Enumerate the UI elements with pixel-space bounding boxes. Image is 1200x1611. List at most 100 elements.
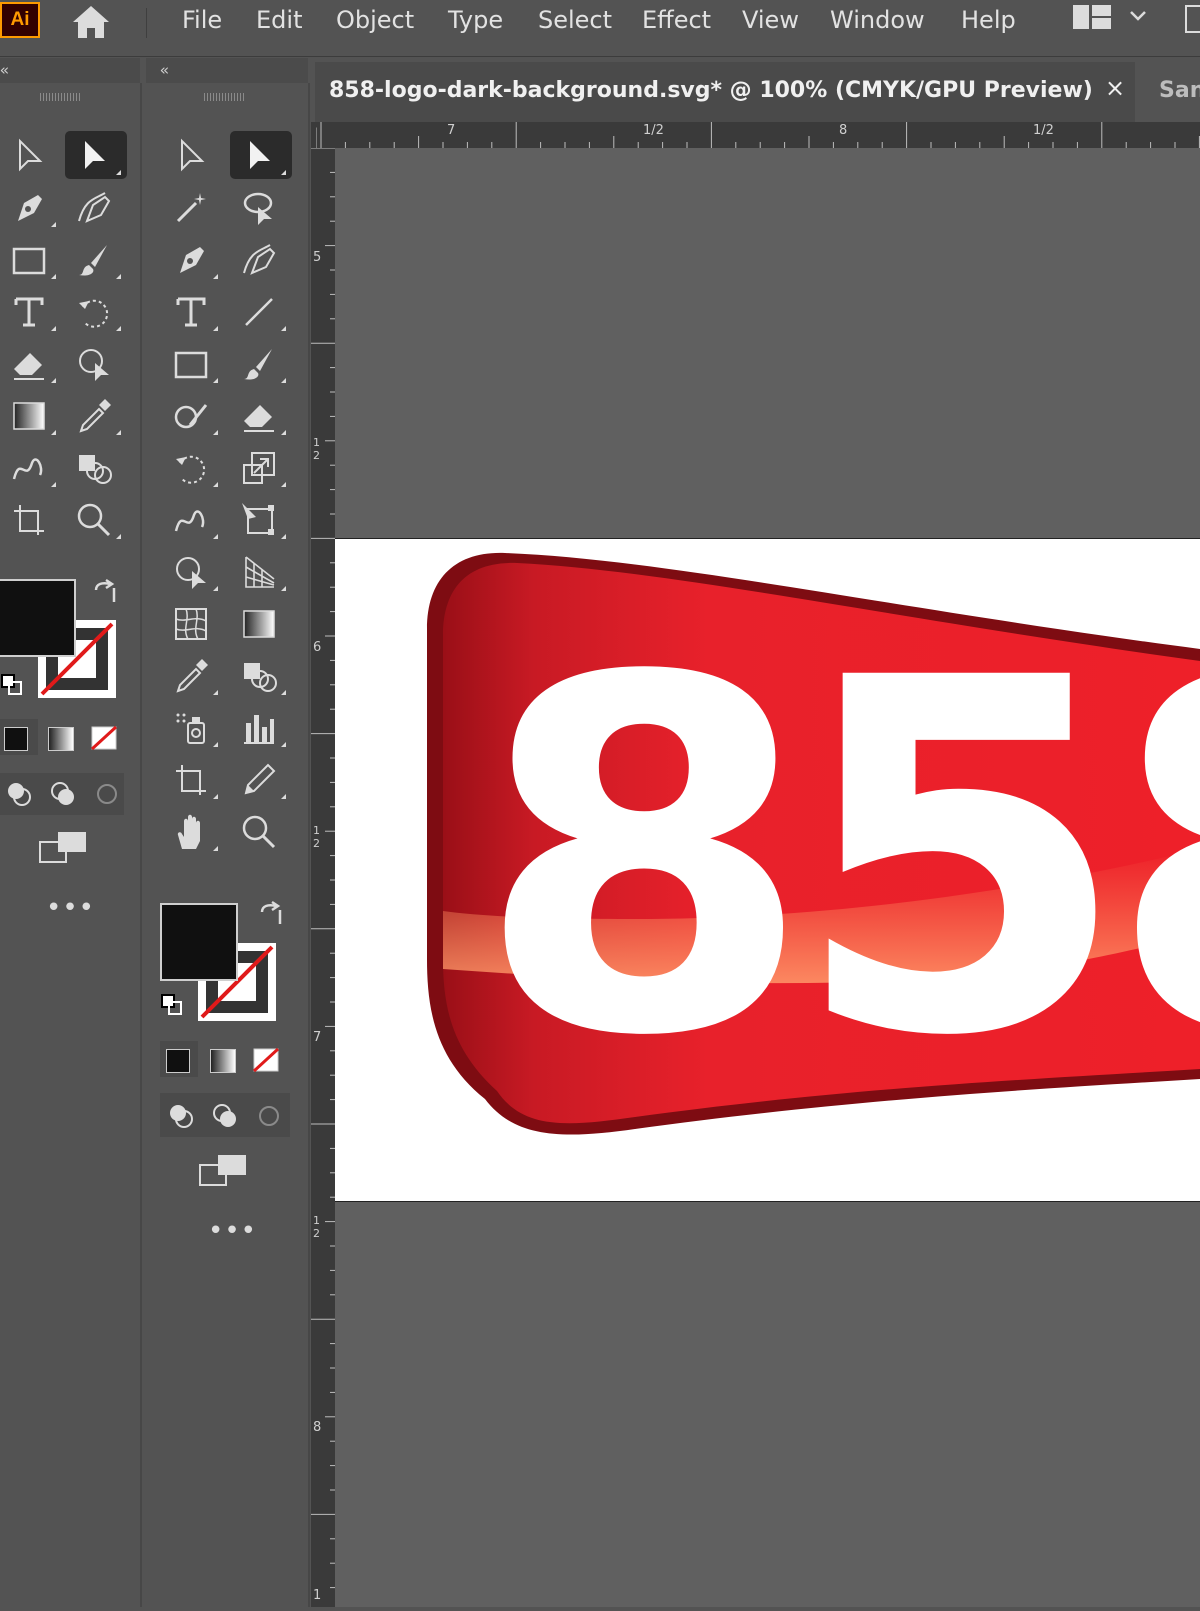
line-segment-tool[interactable] (230, 287, 292, 335)
puppet-warp-tool[interactable] (65, 339, 127, 387)
artboard-tool[interactable] (0, 495, 62, 543)
curvature-tool[interactable] (230, 235, 292, 283)
menu-select[interactable]: Select (538, 4, 612, 36)
ruler-label: 1 2 (313, 436, 320, 462)
none-mode-button[interactable] (248, 1041, 286, 1077)
toolbar-grip[interactable] (204, 93, 246, 101)
shaper-tool[interactable] (162, 391, 224, 439)
zoom-tool[interactable] (65, 495, 127, 543)
draw-normal-icon[interactable] (166, 1101, 196, 1131)
none-mode-button[interactable] (86, 719, 124, 755)
chevron-down-icon[interactable] (1128, 8, 1148, 24)
selection-tool[interactable] (0, 131, 62, 179)
eyedropper-tool[interactable] (65, 391, 127, 439)
direct-selection-tool[interactable] (65, 131, 127, 179)
scale-icon (243, 452, 275, 484)
artboard-tool[interactable] (162, 755, 224, 803)
shape-builder-tool[interactable] (65, 443, 127, 491)
edit-toolbar-icon[interactable]: ••• (208, 1218, 257, 1244)
column-graph-tool[interactable] (230, 703, 292, 751)
default-fill-stroke-icon[interactable] (160, 993, 184, 1017)
gradient-mode-button[interactable] (42, 719, 80, 755)
ruler-label: 1/2 (643, 123, 664, 138)
menu-help[interactable]: Help (961, 4, 1016, 36)
fill-swatch[interactable] (160, 903, 238, 981)
free-transform-tool[interactable] (230, 495, 292, 543)
menu-window[interactable]: Window (830, 4, 925, 36)
draw-behind-icon[interactable] (48, 779, 78, 809)
menu-file[interactable]: File (182, 4, 222, 36)
direct-selection-arrow-icon (250, 141, 270, 169)
rectangle-tool[interactable] (162, 339, 224, 387)
gradient-tool[interactable] (0, 391, 62, 439)
ruler-label: 7 (313, 1030, 322, 1045)
paintbrush-tool[interactable] (65, 235, 127, 283)
eyedropper-tool[interactable] (162, 651, 224, 699)
mesh-tool[interactable] (162, 599, 224, 647)
lasso-tool[interactable] (230, 183, 292, 231)
type-tool[interactable] (162, 287, 224, 335)
color-mode-button[interactable] (0, 719, 38, 755)
hand-tool[interactable] (162, 807, 224, 855)
paintbrush-icon (79, 245, 107, 276)
width-tool[interactable] (162, 495, 224, 543)
close-tab-icon[interactable]: × (1105, 74, 1125, 102)
toolbar-grip[interactable] (40, 93, 82, 101)
menu-edit[interactable]: Edit (256, 4, 302, 36)
document-tab[interactable]: 858-logo-dark-background.svg* @ 100% (CM… (315, 62, 1135, 122)
eraser-tool[interactable] (230, 391, 292, 439)
rotate-tool[interactable] (65, 287, 127, 335)
direct-selection-tool[interactable] (230, 131, 292, 179)
artboard[interactable]: 858 (335, 538, 1200, 1202)
menu-object[interactable]: Object (336, 4, 414, 36)
blend-tool[interactable] (0, 443, 62, 491)
canvas[interactable]: 858 (335, 148, 1200, 1607)
symbol-sprayer-tool[interactable] (162, 703, 224, 751)
edit-toolbar-icon[interactable]: ••• (46, 895, 95, 921)
curvature-tool[interactable] (65, 183, 127, 231)
fill-swatch[interactable] (0, 579, 76, 657)
screen-mode-icon[interactable] (38, 828, 90, 866)
type-tool[interactable] (0, 287, 62, 335)
perspective-grid-tool[interactable] (230, 547, 292, 595)
gradient-tool[interactable] (230, 599, 292, 647)
logo-text[interactable]: 858 (475, 616, 1200, 1102)
scale-tool[interactable] (230, 443, 292, 491)
workspace-switcher-icon[interactable] (1072, 4, 1112, 30)
menu-view[interactable]: View (742, 4, 799, 36)
screen-mode-icon[interactable] (198, 1151, 250, 1189)
paintbrush-tool[interactable] (230, 339, 292, 387)
draw-inside-icon[interactable] (92, 779, 122, 809)
swap-fill-stroke-icon[interactable] (92, 578, 120, 606)
swap-fill-stroke-icon[interactable] (258, 900, 286, 928)
magic-wand-tool[interactable] (162, 183, 224, 231)
pen-tool[interactable] (0, 183, 62, 231)
pen-tool[interactable] (162, 235, 224, 283)
selection-tool[interactable] (162, 131, 224, 179)
rotate-tool[interactable] (162, 443, 224, 491)
eraser-tool[interactable] (0, 339, 62, 387)
draw-inside-icon[interactable] (254, 1101, 284, 1131)
menu-type[interactable]: Type (448, 4, 503, 36)
default-fill-stroke-icon[interactable] (0, 673, 24, 697)
rectangle-tool[interactable] (0, 235, 62, 283)
gradient-mode-button[interactable] (204, 1041, 242, 1077)
puppet-warp-tool[interactable] (162, 547, 224, 595)
collapse-panel-icon[interactable]: « (0, 61, 9, 79)
mesh-icon (175, 608, 207, 640)
menu-effect[interactable]: Effect (642, 4, 711, 36)
draw-behind-icon[interactable] (210, 1101, 240, 1131)
arrange-documents-icon[interactable] (1184, 4, 1200, 34)
free-transform-icon (242, 503, 274, 535)
draw-normal-icon[interactable] (4, 779, 34, 809)
next-document-tab[interactable]: San (1159, 78, 1200, 103)
pencil-tool[interactable] (230, 755, 292, 803)
shape-builder-tool[interactable] (230, 651, 292, 699)
horizontal-ruler[interactable]: 7 1/2 8 1/2 (317, 122, 1200, 148)
zoom-tool[interactable] (230, 807, 292, 855)
home-icon[interactable] (69, 2, 113, 40)
vertical-ruler[interactable]: 5 1 2 6 1 2 7 1 2 8 1 (311, 147, 335, 1607)
color-mode-button[interactable] (160, 1041, 198, 1077)
collapse-panel-icon[interactable]: « (160, 61, 169, 79)
ruler-label: 8 (313, 1420, 322, 1435)
